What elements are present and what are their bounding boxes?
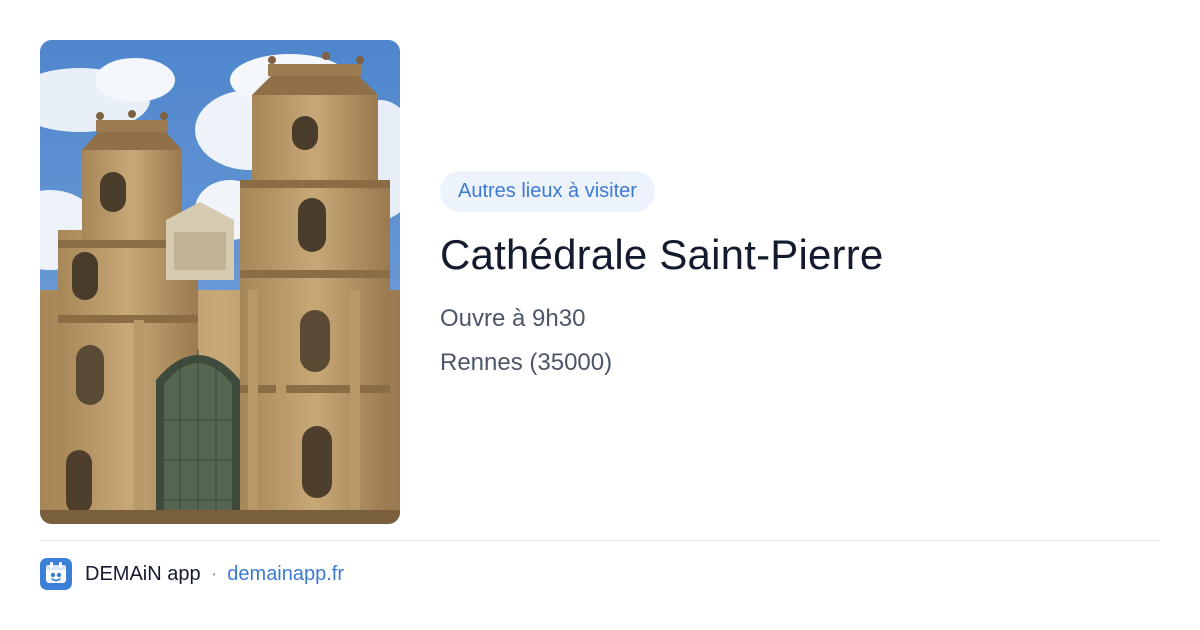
footer-separator: · — [210, 562, 218, 585]
opening-hours: Ouvre à 9h30 — [440, 305, 586, 332]
app-name: DEMAiN app — [85, 562, 201, 585]
cathedral-photo[interactable] — [40, 40, 400, 524]
category-badge[interactable]: Autres lieux à visiter — [440, 171, 655, 212]
place-title: Cathédrale Saint-Pierre — [440, 231, 884, 278]
app-logo-mark — [46, 562, 66, 583]
footer-divider — [40, 540, 1160, 541]
footer: DEMAiN app · demainapp.fr — [40, 558, 344, 590]
demain-app-icon[interactable] — [40, 558, 72, 590]
place-location: Rennes (35000) — [440, 349, 613, 376]
cathedral-illustration — [40, 40, 400, 524]
website-link[interactable]: demainapp.fr — [227, 563, 344, 586]
place-card: Autres lieux à visiter Cathédrale Saint-… — [0, 0, 1200, 630]
place-info: Autres lieux à visiter Cathédrale Saint-… — [440, 171, 1160, 378]
